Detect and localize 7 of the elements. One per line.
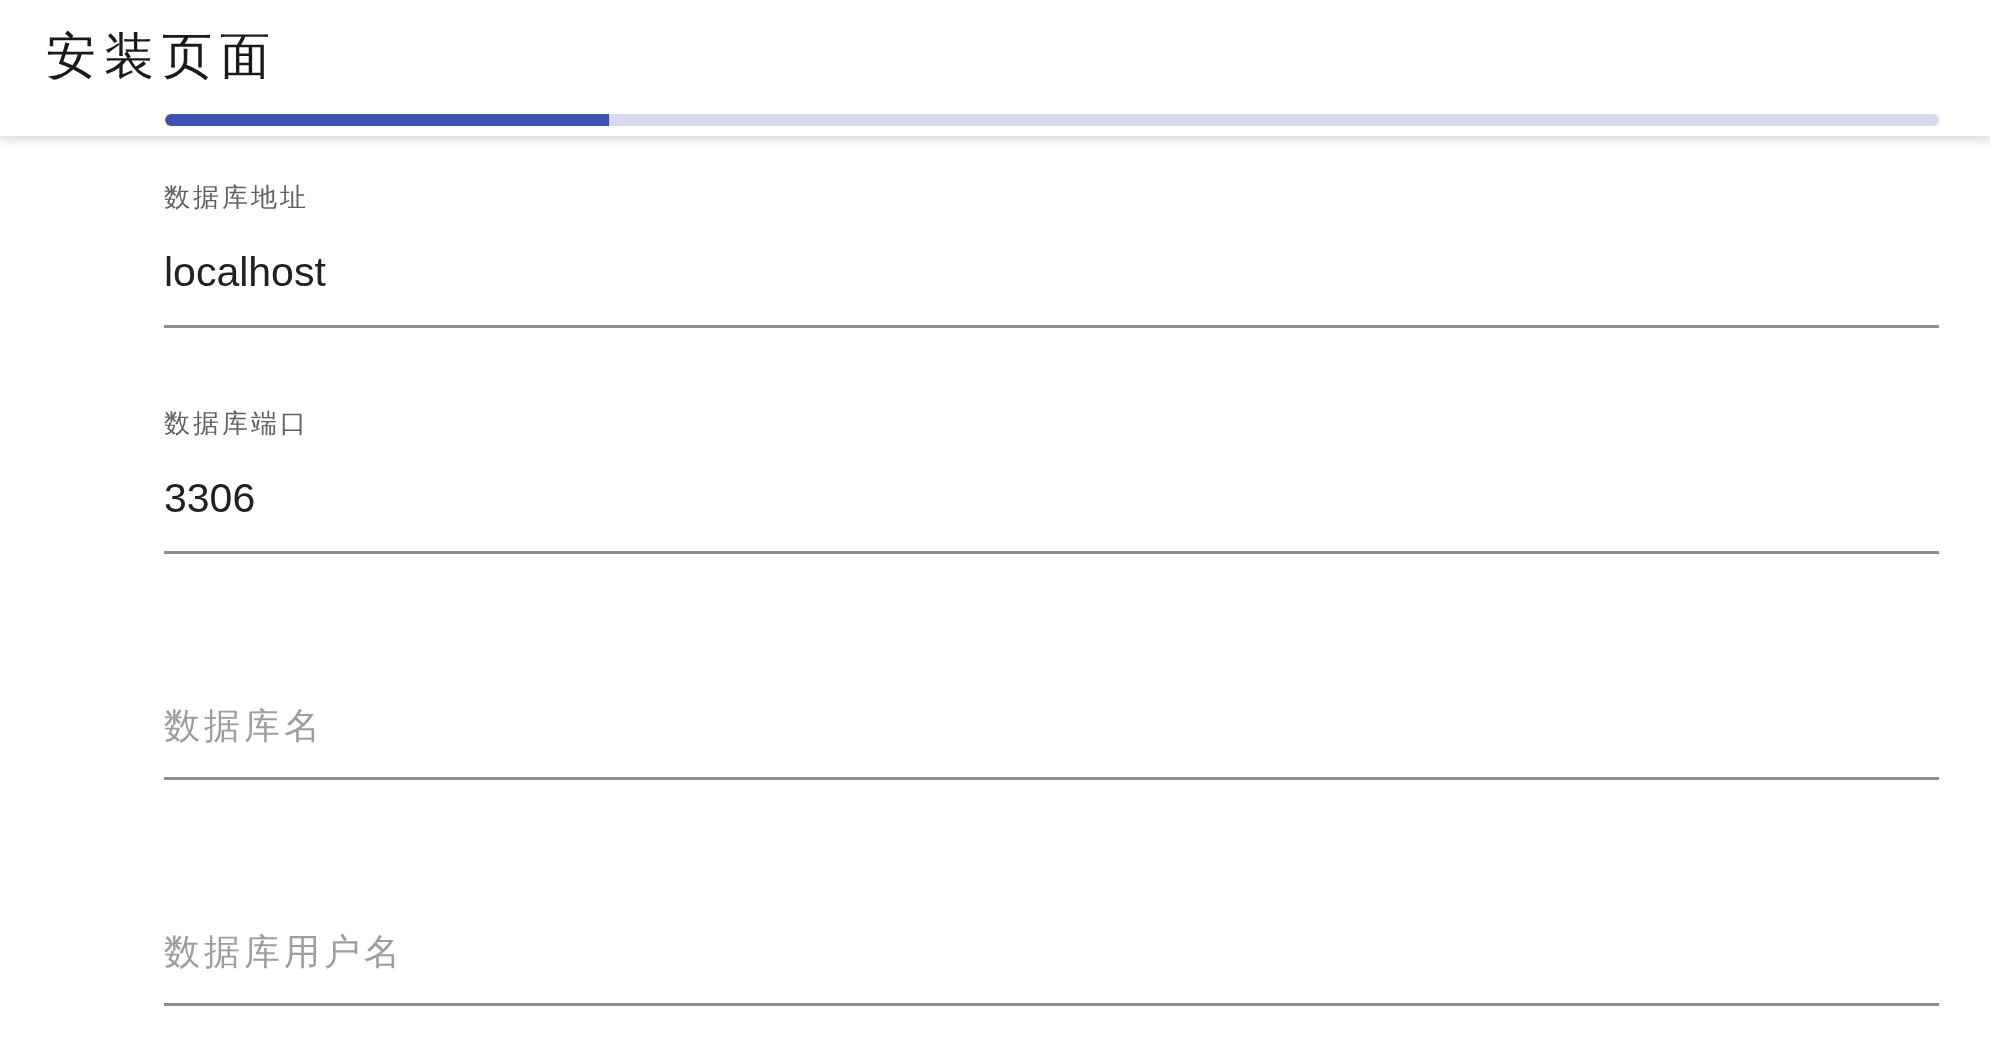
field-label: 数据库地址 [164,181,309,214]
input-field[interactable]: localhost [164,215,1939,328]
page-title: 安装页面 [46,27,278,86]
field-label: 数据库端口 [164,407,309,440]
input-field[interactable]: 3306 [164,441,1939,554]
input-field[interactable]: 数据库名 [164,667,1939,780]
input-field[interactable]: 数据库用户名 [164,893,1939,1006]
